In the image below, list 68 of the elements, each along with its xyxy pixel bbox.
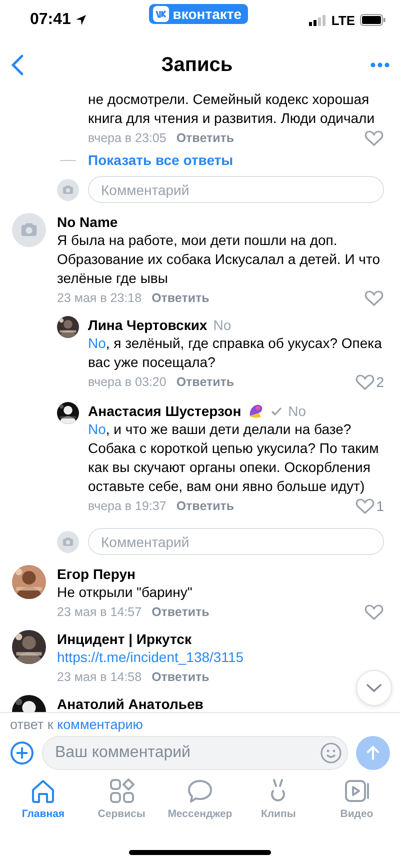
page-title: Запись bbox=[161, 54, 233, 76]
comment-time: 23 мая в 14:58 bbox=[57, 670, 142, 684]
author-name: Анастасия Шустерзон bbox=[88, 402, 242, 420]
network-label: LTE bbox=[331, 12, 355, 28]
tab[interactable]: Видео bbox=[318, 778, 395, 836]
author-name: Инцидент | Иркутск bbox=[57, 630, 192, 648]
signal-icon bbox=[309, 14, 326, 26]
avatar-placeholder bbox=[12, 213, 46, 247]
reply-link[interactable]: Ответить bbox=[152, 291, 210, 305]
comment-input[interactable]: Ваш комментарий bbox=[42, 736, 348, 770]
camera-avatar-icon bbox=[57, 178, 79, 200]
reply-link[interactable]: Ответить bbox=[152, 605, 210, 619]
comment-text: не досмотрели. Семейный кодекс хорошая книга для чтения и развития. Люди одичали bbox=[88, 90, 376, 128]
mention-link[interactable]: No bbox=[88, 335, 106, 351]
add-icon[interactable] bbox=[10, 741, 34, 765]
reply-link[interactable]: Ответить bbox=[176, 131, 234, 145]
clock: 07:41 bbox=[30, 11, 71, 29]
heart-icon[interactable] bbox=[364, 128, 384, 148]
comment-text: Я была на работе, мои дети пошли на доп. Образование их собака Искусалал а детей. И что зелёные где ывы bbox=[57, 231, 381, 288]
services-icon bbox=[108, 778, 135, 804]
comment-time: вчера в 19:37 bbox=[88, 499, 166, 513]
tab[interactable]: Главная bbox=[5, 778, 82, 836]
comment-time: вчера в 23:05 bbox=[88, 131, 166, 145]
show-replies-link[interactable]: Показать все ответы bbox=[88, 152, 234, 168]
chat-bubble-icon bbox=[186, 778, 213, 804]
comment-link[interactable]: https://t.me/incident_138/3115 bbox=[57, 648, 244, 667]
reply-link[interactable]: Ответить bbox=[176, 499, 234, 513]
scroll-down-button[interactable] bbox=[356, 670, 392, 706]
reply-link[interactable]: Ответить bbox=[152, 670, 210, 684]
heart-icon[interactable] bbox=[364, 602, 384, 622]
heart-icon[interactable] bbox=[355, 496, 376, 516]
like-count: 1 bbox=[376, 498, 384, 514]
chevron-down-icon bbox=[366, 683, 382, 693]
location-icon bbox=[74, 14, 87, 26]
heart-icon[interactable] bbox=[364, 288, 384, 308]
camera-avatar-icon bbox=[57, 530, 79, 552]
reply-target-text: ответ к комментарию bbox=[10, 717, 144, 734]
video-icon bbox=[344, 778, 370, 804]
comment-field[interactable]: Комментарий bbox=[88, 528, 384, 555]
heart-icon[interactable] bbox=[355, 372, 376, 392]
comment-time: вчера в 03:20 bbox=[88, 375, 166, 389]
author-name: Лина Чертовских bbox=[88, 316, 208, 334]
logo-icon bbox=[152, 6, 169, 22]
tab[interactable]: Сервисы bbox=[84, 778, 160, 836]
tab[interactable]: Клипы bbox=[240, 778, 316, 836]
reply-to-name: No bbox=[288, 402, 306, 420]
comment-time: 23 мая в 23:18 bbox=[57, 291, 142, 305]
arrow-up-icon bbox=[365, 745, 381, 761]
tab[interactable]: Мессенджер bbox=[162, 778, 238, 836]
author-name: No Name bbox=[57, 213, 118, 231]
emoji-icon[interactable] bbox=[320, 742, 342, 764]
back-icon[interactable] bbox=[10, 54, 24, 76]
comment-text: No, я зелёный, где справка об укусах? Опека вас уже посещала? bbox=[88, 334, 383, 372]
author-name: Егор Перун bbox=[57, 565, 136, 583]
app-badge[interactable]: вконтакте bbox=[148, 4, 248, 24]
mention-link[interactable]: No bbox=[88, 421, 106, 437]
send-button[interactable] bbox=[356, 736, 390, 770]
comment-field[interactable]: Комментарий bbox=[88, 176, 384, 203]
author-name: Анатолий Анатольев bbox=[57, 695, 204, 712]
more-icon[interactable] bbox=[370, 62, 390, 68]
reply-to-name: No bbox=[213, 316, 232, 334]
like-count: 2 bbox=[376, 374, 384, 390]
reply-link[interactable]: Ответить bbox=[176, 375, 234, 389]
comment-text: Не открыли "барину" bbox=[57, 583, 194, 602]
home-icon bbox=[30, 778, 56, 804]
comment-text: No, и что же ваши дети делали на базе? Собака с короткой цепью укусила? По таким как вы скучают органы опеки. Оскорбления оставьте себе, вам они явно больше идут) bbox=[88, 420, 380, 496]
battery-icon bbox=[360, 14, 386, 26]
comment-time: 23 мая в 14:57 bbox=[57, 605, 142, 619]
